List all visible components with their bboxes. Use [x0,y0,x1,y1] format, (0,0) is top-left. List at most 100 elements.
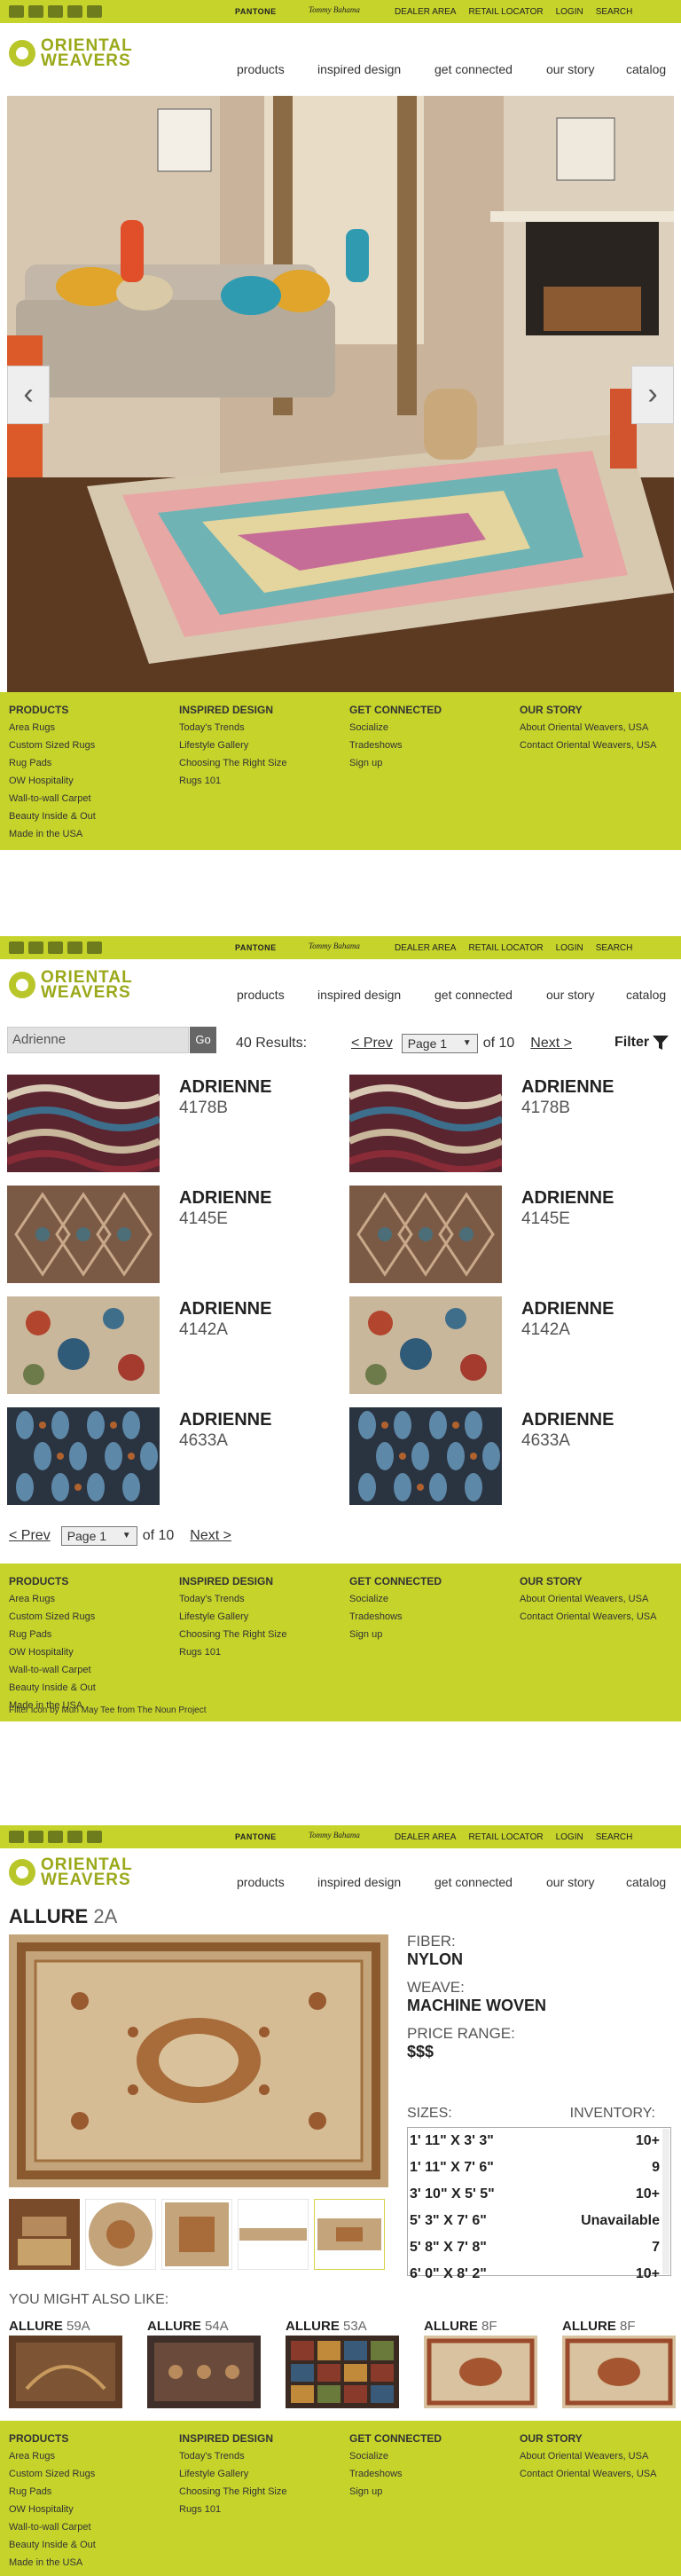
product-name[interactable]: ADRIENNE [179,1299,271,1320]
nav-inspired-design[interactable]: inspired design [317,62,434,76]
email-icon[interactable] [87,941,102,954]
footer-link[interactable]: OW Hospitality [9,772,96,790]
footer-link[interactable]: Tradeshows [349,2465,442,2483]
product-card[interactable]: ADRIENNE 4178B [7,1075,317,1174]
search-input[interactable]: Adrienne [7,1027,189,1053]
product-thumbnail[interactable] [9,2199,80,2270]
facebook-icon[interactable] [9,941,24,954]
tommy-bahama-logo[interactable]: Tommy Bahama [309,1831,360,1839]
footer-link[interactable]: Socialize [349,1590,442,1608]
nav-inspired-design[interactable]: inspired design [317,988,434,1002]
tommy-bahama-logo[interactable]: Tommy Bahama [309,941,360,950]
footer-link[interactable]: Rugs 101 [179,2501,286,2518]
footer-link[interactable]: Rug Pads [9,754,96,772]
sizes-inventory-list[interactable]: 1' 11" X 3' 3" 10+ 1' 11" X 7' 6" 9 3' 10"… [407,2127,671,2281]
nav-products[interactable]: products [237,988,317,1002]
footer-link[interactable]: Made in the USA [9,2554,96,2572]
footer-link[interactable]: Area Rugs [9,1590,96,1608]
pantone-logo[interactable]: PANTONE [235,1832,277,1841]
houzz-icon[interactable] [48,1831,63,1843]
product-card[interactable]: ADRIENNE 4145E [349,1186,660,1285]
footer-link[interactable]: Contact Oriental Weavers, USA [520,2465,656,2483]
youtube-icon[interactable] [28,1831,43,1843]
product-card[interactable]: ADRIENNE 4142A [349,1296,660,1396]
product-thumbnail-runner[interactable] [238,2199,309,2270]
facebook-icon[interactable] [9,1831,24,1843]
pinterest-icon[interactable] [67,5,82,18]
product-name[interactable]: ADRIENNE [521,1188,614,1209]
footer-link[interactable]: Choosing The Right Size [179,754,286,772]
rug-thumbnail[interactable] [7,1075,160,1172]
footer-link[interactable]: Rug Pads [9,1626,96,1643]
login-link[interactable]: LOGIN [556,1832,583,1842]
search-link[interactable]: SEARCH [596,7,633,17]
product-name[interactable]: ADRIENNE [179,1077,271,1098]
prev-page-link[interactable]: < Prev [9,1528,51,1544]
search-link[interactable]: SEARCH [596,943,633,953]
email-icon[interactable] [87,5,102,18]
oriental-weavers-logo[interactable]: ORIENTAL WEAVERS [9,967,133,1003]
product-name[interactable]: ADRIENNE [521,1299,614,1320]
footer-link[interactable]: Area Rugs [9,2447,96,2465]
login-link[interactable]: LOGIN [556,7,583,17]
nav-get-connected[interactable]: get connected [434,62,546,76]
nav-products[interactable]: products [237,62,317,76]
product-name[interactable]: ADRIENNE [179,1410,271,1430]
footer-link[interactable]: Beauty Inside & Out [9,2536,96,2554]
youtube-icon[interactable] [28,5,43,18]
rug-thumbnail[interactable] [7,1296,160,1394]
footer-link[interactable]: Sign up [349,1626,442,1643]
nav-our-story[interactable]: our story [546,62,626,76]
next-page-link[interactable]: Next > [530,1036,572,1052]
houzz-icon[interactable] [48,5,63,18]
similar-product[interactable]: ALLURE 59A [9,2319,124,2413]
footer-link[interactable]: Tradeshows [349,1608,442,1626]
footer-link[interactable]: Lifestyle Gallery [179,2465,286,2483]
search-go-button[interactable]: Go [190,1027,216,1053]
similar-product[interactable]: ALLURE 8F [424,2319,539,2413]
similar-rug-thumbnail[interactable] [424,2336,537,2408]
similar-product[interactable]: ALLURE 53A [286,2319,401,2413]
footer-link[interactable]: Beauty Inside & Out [9,1679,96,1697]
tommy-bahama-logo[interactable]: Tommy Bahama [309,5,360,14]
footer-link[interactable]: Custom Sized Rugs [9,2465,96,2483]
footer-link[interactable]: Wall-to-wall Carpet [9,790,96,807]
nav-catalog[interactable]: catalog [626,1875,666,1889]
footer-link[interactable]: Socialize [349,719,442,737]
product-card[interactable]: ADRIENNE 4142A [7,1296,317,1396]
product-card[interactable]: ADRIENNE 4145E [7,1186,317,1285]
dealer-area-link[interactable]: DEALER AREA [395,1832,456,1842]
login-link[interactable]: LOGIN [556,943,583,953]
footer-link[interactable]: Lifestyle Gallery [179,737,286,754]
footer-link[interactable]: About Oriental Weavers, USA [520,719,656,737]
pinterest-icon[interactable] [67,941,82,954]
rug-thumbnail[interactable] [349,1296,502,1394]
next-slide-arrow[interactable]: › [631,366,674,424]
footer-link[interactable]: Area Rugs [9,719,96,737]
nav-inspired-design[interactable]: inspired design [317,1875,434,1889]
footer-link[interactable]: Wall-to-wall Carpet [9,1661,96,1679]
similar-rug-thumbnail[interactable] [562,2336,676,2408]
oriental-weavers-logo[interactable]: ORIENTAL WEAVERS [9,35,133,71]
footer-link[interactable]: Today's Trends [179,1590,286,1608]
pinterest-icon[interactable] [67,1831,82,1843]
similar-rug-thumbnail[interactable] [286,2336,399,2408]
footer-link[interactable]: Choosing The Right Size [179,1626,286,1643]
footer-link[interactable]: Choosing The Right Size [179,2483,286,2501]
nav-get-connected[interactable]: get connected [434,988,546,1002]
next-page-link[interactable]: Next > [190,1528,231,1544]
footer-link[interactable]: Lifestyle Gallery [179,1608,286,1626]
product-name[interactable]: ADRIENNE [179,1188,271,1209]
footer-link[interactable]: Socialize [349,2447,442,2465]
footer-link[interactable]: Custom Sized Rugs [9,1608,96,1626]
footer-link[interactable]: Rugs 101 [179,1643,286,1661]
pantone-logo[interactable]: PANTONE [235,943,277,952]
footer-link[interactable]: OW Hospitality [9,1643,96,1661]
footer-link[interactable]: Contact Oriental Weavers, USA [520,1608,656,1626]
rug-thumbnail[interactable] [7,1186,160,1283]
facebook-icon[interactable] [9,5,24,18]
similar-rug-thumbnail[interactable] [147,2336,261,2408]
footer-link[interactable]: Contact Oriental Weavers, USA [520,737,656,754]
footer-link[interactable]: Tradeshows [349,737,442,754]
page-select[interactable]: Page 1 ▼ [401,1034,478,1053]
